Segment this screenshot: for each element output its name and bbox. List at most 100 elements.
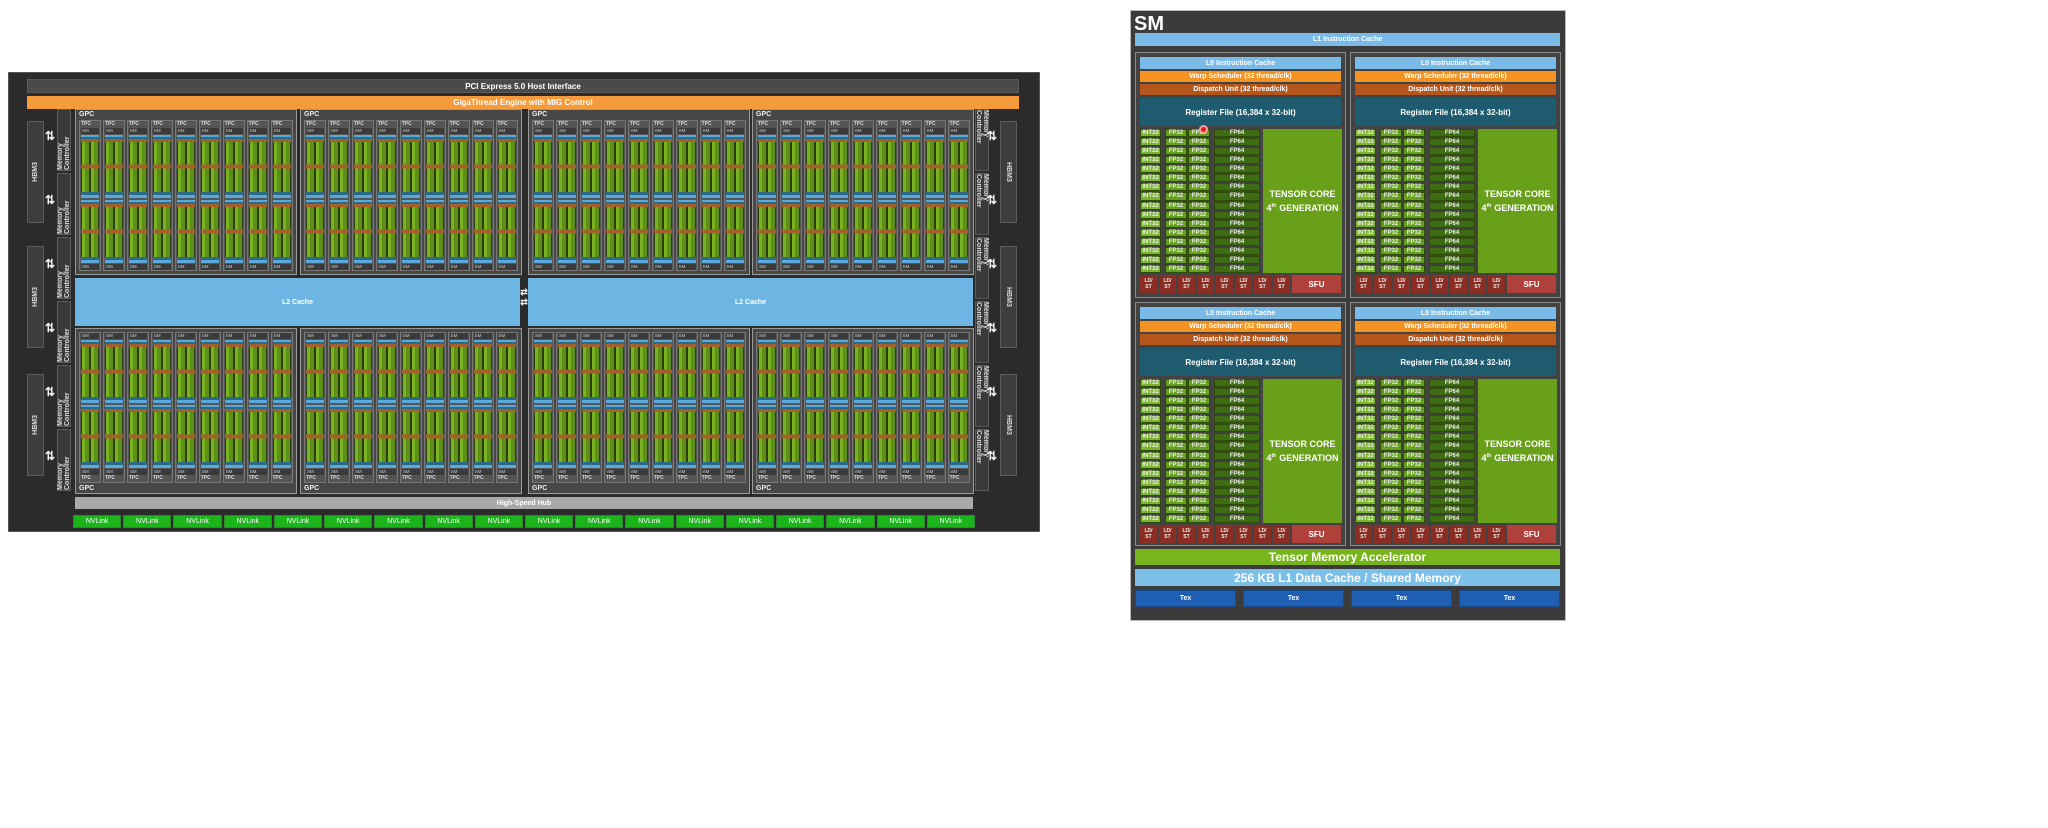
tpc: TPC SM SM (375, 332, 399, 483)
tpc: TPC SM SM (756, 120, 779, 271)
fp32-unit: FP32 (1380, 264, 1402, 273)
sm-detail-diagram: SM L1 Instruction Cache Tensor Memory Ac… (1130, 10, 1566, 621)
tpc: TPC SM SM (723, 120, 746, 271)
sm-block (272, 200, 291, 263)
st-label: ST (1164, 284, 1171, 290)
memory-controller-label: Memory Controller (57, 456, 71, 490)
tpc-label: TPC (104, 121, 115, 127)
sm-block (152, 405, 172, 468)
tpc-label: TPC (725, 475, 736, 481)
gpu-block-diagram: PCI Express 5.0 Host Interface GigaThrea… (8, 72, 1040, 532)
st-label: ST (1474, 284, 1481, 290)
sm-label: SM (329, 264, 349, 270)
bidirectional-arrow-icon: ⇅ (987, 129, 998, 143)
fp32-unit: FP32 (1403, 388, 1425, 397)
ld-st-unit: LD/ST (1355, 525, 1372, 543)
tpc-row: TPC SM SM TPC SM SM TPC SM SM TPC SM SM TPC SM SM TPC SM… (756, 120, 970, 271)
int32-column: INT32 INT32 INT32 INT32 INT32 INT32 INT32 INT32… (1140, 379, 1161, 523)
tpc: TPC SM SM (555, 120, 579, 271)
sm-block (81, 405, 100, 468)
fp64-unit: FP64 (1214, 210, 1260, 219)
fp64-column: FP64 FP64 FP64 FP64 FP64 FP64 FP64 FP64 FP64 FP64… (1429, 379, 1475, 523)
ld-st-unit: LD/ST (1140, 525, 1157, 543)
ld-st-unit: LD/ST (1273, 525, 1290, 543)
tpc: TPC SM SM (351, 120, 375, 271)
fp32-unit: FP32 (1165, 460, 1187, 469)
tpc: TPC SM SM (495, 120, 518, 271)
st-label: ST (1398, 534, 1405, 540)
fp32-column: FP32 FP32 FP32 FP32 FP32 FP32 FP32 FP32 FP32 FP32… (1188, 129, 1210, 273)
ld-st-unit: LD/ST (1374, 525, 1391, 543)
st-label: ST (1436, 534, 1443, 540)
tensor-core: TENSOR CORE 4th GENERATION (1263, 129, 1342, 273)
st-label: ST (1455, 534, 1462, 540)
fp32-unit: FP32 (1380, 505, 1402, 514)
st-label: ST (1379, 284, 1386, 290)
bidirectional-arrow-icon: ⇅ (987, 257, 998, 271)
fp32-unit: FP32 (1188, 147, 1210, 156)
fp32-column: FP32 FP32 FP32 FP32 FP32 FP32 FP32 FP32 FP32 FP32… (1403, 129, 1425, 273)
sm-label: SM (925, 333, 944, 339)
fp32-unit: FP32 (1403, 174, 1425, 183)
tpc-label: TPC (353, 475, 364, 481)
tpc: TPC SM SM (270, 120, 293, 271)
st-label: ST (1417, 534, 1424, 540)
sm-block (877, 135, 897, 198)
fp32-unit: FP32 (1403, 406, 1425, 415)
fp32-unit: FP32 (1188, 478, 1210, 487)
sm-block (629, 135, 649, 198)
tpc-label: TPC (104, 475, 115, 481)
tpc-label: TPC (925, 121, 936, 127)
fp32-unit: FP32 (1380, 478, 1402, 487)
sm-label: SM (829, 128, 849, 134)
tpc-label: TPC (377, 475, 388, 481)
sm-block (128, 340, 148, 403)
nvlink: NVLink (374, 515, 423, 528)
tpc: TPC SM SM (651, 332, 675, 483)
sm-label: SM (805, 333, 825, 339)
nvlink: NVLink (524, 515, 574, 528)
fp64-unit: FP64 (1214, 478, 1260, 487)
sm-block (224, 340, 244, 403)
ld-st-unit: LD/ST (1178, 525, 1195, 543)
fp32-unit: FP32 (1165, 129, 1187, 138)
sm-block (306, 135, 325, 198)
fp32-unit: FP32 (1188, 174, 1210, 183)
memory-controller-label: Memory Controller (57, 200, 71, 234)
fp32-unit: FP32 (1188, 415, 1210, 424)
high-speed-hub: High-Speed Hub (75, 497, 973, 509)
tpc-label: TPC (425, 121, 436, 127)
sm-label: SM (306, 333, 325, 339)
tpc-label: TPC (781, 121, 792, 127)
fp32-unit: FP32 (1165, 174, 1187, 183)
sm-block (901, 405, 921, 468)
tpc: TPC SM SM (222, 120, 246, 271)
st-label: ST (1202, 284, 1209, 290)
sm-block (329, 340, 349, 403)
tpc: TPC SM SM (827, 332, 851, 483)
tensor-core-generation: 4th GENERATION (1266, 450, 1338, 464)
int32-unit: INT32 (1355, 379, 1376, 388)
fp32-unit: FP32 (1380, 237, 1402, 246)
fp32-unit: FP32 (1188, 165, 1210, 174)
sm-block (377, 135, 397, 198)
fp32-unit: FP32 (1188, 255, 1210, 264)
tpc: TPC SM SM (699, 332, 722, 483)
sm-block (581, 405, 601, 468)
sm-block (581, 135, 601, 198)
fp64-unit: FP64 (1429, 478, 1475, 487)
fp64-unit: FP64 (1429, 165, 1475, 174)
tpc: TPC SM SM (899, 332, 923, 483)
tpc-label: TPC (581, 121, 592, 127)
tensor-core: TENSOR CORE 4th GENERATION (1478, 379, 1557, 523)
sm-block (701, 200, 720, 263)
fp32-unit: FP32 (1165, 255, 1187, 264)
tpc-label: TPC (581, 475, 592, 481)
sm-block (425, 200, 445, 263)
warp-scheduler: Warp Scheduler (32 thread/clk) (1355, 71, 1556, 82)
sm-block (557, 135, 577, 198)
tpc: TPC SM SM (423, 120, 447, 271)
memory-controller: Memory Controller (57, 429, 71, 491)
ld-st-unit: LD/ST (1235, 525, 1252, 543)
int32-unit: INT32 (1140, 237, 1161, 246)
